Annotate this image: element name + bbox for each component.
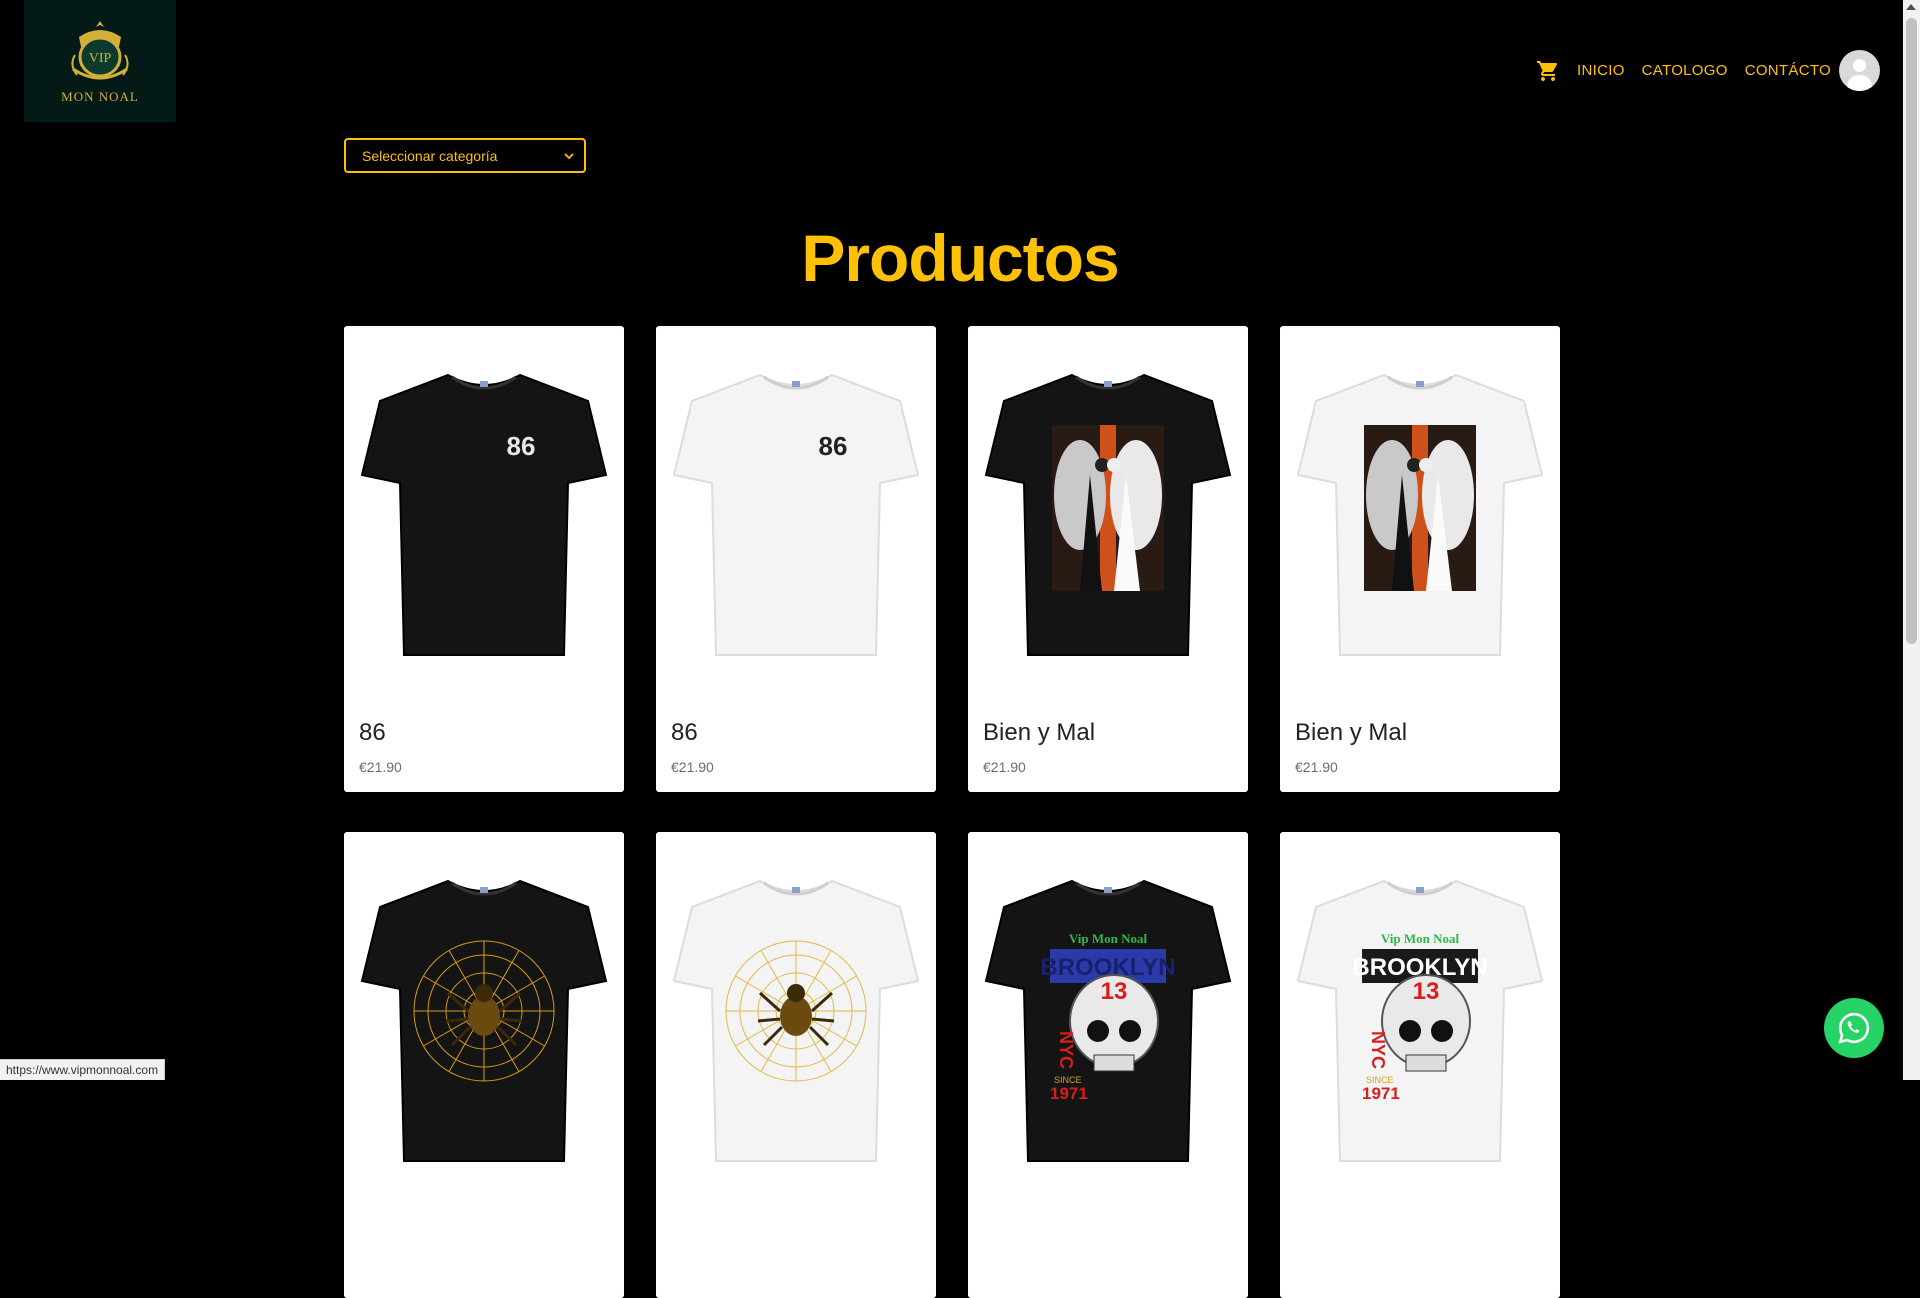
product-image[interactable]: Vip Mon Noal BROOKLYN 13 NYC SINCE 1971 xyxy=(1280,856,1560,1186)
main-nav: INICIO CATOLOGO CONTÁCTO xyxy=(1536,50,1880,91)
svg-text:1971: 1971 xyxy=(1362,1084,1400,1103)
product-card[interactable]: Vip Mon Noal BROOKLYN 13 NYC SINCE 1971 xyxy=(1280,832,1560,1298)
tshirt-image xyxy=(672,879,920,1162)
svg-text:NYC: NYC xyxy=(1368,1031,1388,1069)
product-image[interactable] xyxy=(656,856,936,1186)
status-bar-url: https://www.vipmonnoal.com xyxy=(0,1059,166,1080)
product-image[interactable]: 86 xyxy=(344,350,624,680)
product-image[interactable] xyxy=(344,856,624,1186)
product-image[interactable]: 86 xyxy=(656,350,936,680)
product-card[interactable]: 86 86 €21.90 xyxy=(344,326,624,792)
tshirt-image: Vip Mon Noal BROOKLYN 13 NYC SINCE 1971 xyxy=(1296,879,1544,1162)
tshirt-image xyxy=(984,373,1232,656)
whatsapp-icon xyxy=(1838,1012,1870,1044)
svg-text:13: 13 xyxy=(1101,978,1128,1005)
product-price: €21.90 xyxy=(983,759,1026,775)
tshirt-image: Vip Mon Noal BROOKLYN 13 NYC SINCE 1971 xyxy=(984,879,1232,1162)
scrollbar[interactable] xyxy=(1903,0,1920,1080)
tshirt-image xyxy=(1296,373,1544,656)
product-card[interactable]: Bien y Mal €21.90 xyxy=(968,326,1248,792)
avatar-icon[interactable] xyxy=(1839,50,1880,91)
svg-text:VIP: VIP xyxy=(89,51,112,66)
product-image[interactable] xyxy=(968,350,1248,680)
product-name[interactable]: Bien y Mal xyxy=(1295,719,1407,747)
svg-text:13: 13 xyxy=(1413,978,1440,1005)
cart-icon[interactable] xyxy=(1536,59,1560,83)
category-select[interactable]: Seleccionar categoría xyxy=(344,138,586,173)
tshirt-image: 86 xyxy=(360,373,608,656)
chevron-down-icon xyxy=(564,152,574,159)
scroll-up-arrow-icon[interactable] xyxy=(1906,4,1916,10)
product-price: €21.90 xyxy=(1295,759,1338,775)
product-image[interactable] xyxy=(1280,350,1560,680)
product-card[interactable] xyxy=(656,832,936,1298)
whatsapp-button[interactable] xyxy=(1824,998,1884,1058)
svg-text:Vip Mon Noal: Vip Mon Noal xyxy=(1069,931,1148,946)
product-price: €21.90 xyxy=(359,759,402,775)
tshirt-image: 86 xyxy=(672,373,920,656)
svg-text:Vip Mon Noal: Vip Mon Noal xyxy=(1381,931,1460,946)
crest-icon: VIP xyxy=(71,21,129,80)
product-card[interactable]: 86 86 €21.90 xyxy=(656,326,936,792)
product-card[interactable]: Bien y Mal €21.90 xyxy=(1280,326,1560,792)
print-86: 86 xyxy=(819,431,848,461)
svg-text:NYC: NYC xyxy=(1056,1031,1076,1069)
nav-contact-link[interactable]: CONTÁCTO xyxy=(1745,62,1831,79)
product-card[interactable] xyxy=(344,832,624,1298)
product-price: €21.90 xyxy=(671,759,714,775)
product-card[interactable]: Vip Mon Noal BROOKLYN 13 NYC SINCE 1971 xyxy=(968,832,1248,1298)
tshirt-image xyxy=(360,879,608,1162)
brand-name: MON NOAL xyxy=(61,89,139,104)
svg-text:1971: 1971 xyxy=(1050,1084,1088,1103)
brand-logo[interactable]: VIP MON NOAL xyxy=(24,0,176,122)
scrollbar-thumb[interactable] xyxy=(1906,18,1917,644)
product-image[interactable]: Vip Mon Noal BROOKLYN 13 NYC SINCE 1971 xyxy=(968,856,1248,1186)
print-86: 86 xyxy=(507,431,536,461)
product-name[interactable]: 86 xyxy=(359,719,386,747)
nav-catalog-link[interactable]: CATOLOGO xyxy=(1642,62,1728,79)
product-name[interactable]: Bien y Mal xyxy=(983,719,1095,747)
nav-home-link[interactable]: INICIO xyxy=(1577,62,1625,79)
product-name[interactable]: 86 xyxy=(671,719,698,747)
page-title: Productos xyxy=(801,221,1119,295)
category-select-value: Seleccionar categoría xyxy=(362,147,498,164)
